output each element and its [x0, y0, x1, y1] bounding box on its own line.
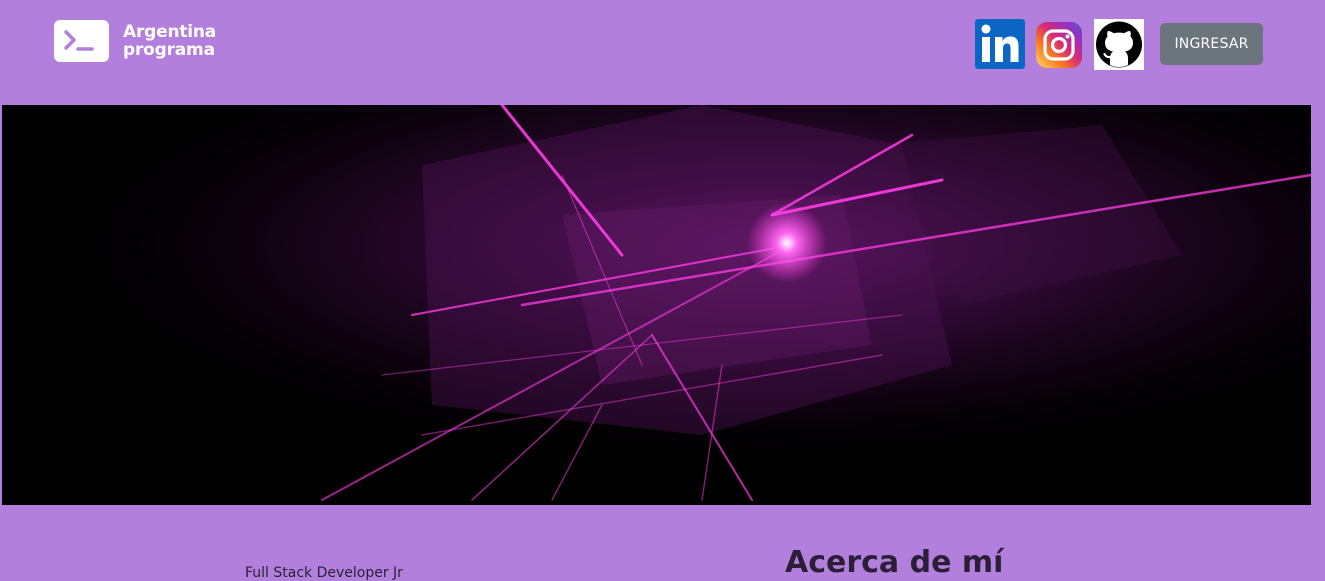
profile-subtitle: Full Stack Developer Jr: [245, 565, 403, 581]
login-button[interactable]: INGRESAR: [1160, 23, 1263, 65]
github-icon[interactable]: [1094, 19, 1144, 70]
about-heading: Acerca de mí: [785, 545, 1004, 580]
linkedin-icon[interactable]: [975, 19, 1025, 69]
site-header: Argentina programa INGRESAR: [0, 0, 1325, 105]
instagram-icon[interactable]: [1036, 22, 1082, 68]
brand-name: Argentina programa: [123, 23, 216, 59]
terminal-icon: [54, 20, 109, 62]
brand-name-line2: programa: [123, 40, 215, 60]
brand-name-line1: Argentina: [123, 22, 217, 42]
hero-banner: [2, 105, 1311, 505]
brand-logo[interactable]: Argentina programa: [54, 20, 216, 62]
hero-image: [2, 105, 1311, 505]
